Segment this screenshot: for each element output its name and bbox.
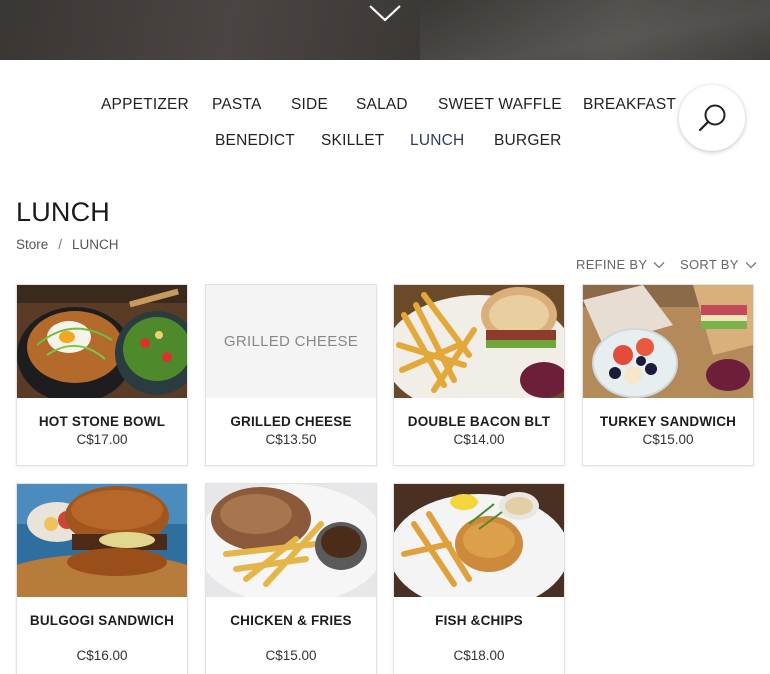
product-name[interactable]: DOUBLE BACON BLT	[400, 413, 558, 431]
product-name[interactable]: GRILLED CHEESE	[212, 413, 370, 431]
product-name[interactable]: TURKEY SANDWICH	[589, 413, 747, 431]
hero-texture	[420, 0, 770, 60]
category-nav-row-2: BENEDICT SKILLET LUNCH BURGER	[0, 132, 770, 154]
product-card[interactable]: HOT STONE BOWL C$17.00	[16, 284, 188, 466]
nav-item-salad[interactable]: SALAD	[356, 96, 408, 114]
turkey-sandwich-fruit-photo	[583, 285, 753, 398]
category-nav-row-1: APPETIZER PASTA SIDE SALAD SWEET WAFFLE …	[0, 96, 770, 118]
refine-by-label: REFINE BY	[576, 257, 648, 272]
bulgogi-burger-photo	[17, 484, 187, 597]
product-name[interactable]: BULGOGI SANDWICH	[23, 612, 181, 630]
product-name[interactable]: HOT STONE BOWL	[23, 413, 181, 431]
product-image[interactable]	[17, 484, 187, 597]
nav-item-side[interactable]: SIDE	[291, 96, 328, 114]
fish-chips-photo	[394, 484, 564, 597]
sort-by-label: SORT BY	[680, 257, 739, 272]
hero-banner	[0, 0, 770, 60]
breadcrumb-current: LUNCH	[72, 237, 119, 252]
refine-by-toggle[interactable]: REFINE BY	[576, 257, 665, 272]
product-price: C$15.00	[265, 648, 317, 663]
nav-item-pasta[interactable]: PASTA	[212, 96, 262, 114]
nav-item-skillet[interactable]: SKILLET	[321, 132, 384, 150]
nav-item-burger[interactable]: BURGER	[494, 132, 562, 150]
product-card[interactable]: DOUBLE BACON BLT C$14.00	[393, 284, 565, 466]
product-image[interactable]	[583, 285, 753, 398]
page-title: LUNCH	[16, 197, 111, 227]
product-price: C$15.00	[642, 432, 694, 447]
product-price: C$13.50	[265, 432, 317, 447]
product-image-placeholder[interactable]: GRILLED CHEESE	[206, 285, 376, 398]
refine-chevron-icon	[653, 261, 665, 268]
nav-item-lunch[interactable]: LUNCH	[410, 132, 464, 150]
breadcrumb-separator: /	[58, 237, 63, 252]
nav-item-benedict[interactable]: BENEDICT	[215, 132, 295, 150]
product-card[interactable]: BULGOGI SANDWICH C$16.00	[16, 483, 188, 674]
nav-item-breakfast[interactable]: BREAKFAST	[583, 96, 676, 114]
product-image[interactable]	[394, 484, 564, 597]
sort-chevron-icon	[745, 261, 757, 268]
search-button[interactable]	[679, 85, 745, 151]
product-image[interactable]	[394, 285, 564, 398]
product-price: C$14.00	[453, 432, 505, 447]
sort-by-toggle[interactable]: SORT BY	[680, 257, 757, 272]
product-image[interactable]	[17, 285, 187, 398]
breadcrumb: Store / LUNCH	[16, 237, 119, 252]
product-name[interactable]: CHICKEN & FRIES	[212, 612, 370, 630]
product-card[interactable]: GRILLED CHEESE GRILLED CHEESE C$13.50	[205, 284, 377, 466]
product-name[interactable]: FISH &CHIPS	[400, 612, 558, 630]
blt-sandwich-fries-photo	[394, 285, 564, 398]
product-price: C$17.00	[76, 432, 128, 447]
breadcrumb-store-link[interactable]: Store	[16, 237, 48, 252]
product-card[interactable]: CHICKEN & FRIES C$15.00	[205, 483, 377, 674]
nav-item-appetizer[interactable]: APPETIZER	[101, 96, 189, 114]
product-image[interactable]	[206, 484, 376, 597]
search-icon	[698, 104, 726, 132]
product-card[interactable]: TURKEY SANDWICH C$15.00	[582, 284, 754, 466]
hot-stone-bowl-photo	[17, 285, 187, 398]
chevron-down-icon[interactable]	[368, 2, 402, 24]
product-card[interactable]: FISH &CHIPS C$18.00	[393, 483, 565, 674]
chicken-fries-photo	[206, 484, 376, 597]
nav-item-sweet-waffle[interactable]: SWEET WAFFLE	[438, 96, 562, 114]
product-price: C$18.00	[453, 648, 505, 663]
product-price: C$16.00	[76, 648, 128, 663]
